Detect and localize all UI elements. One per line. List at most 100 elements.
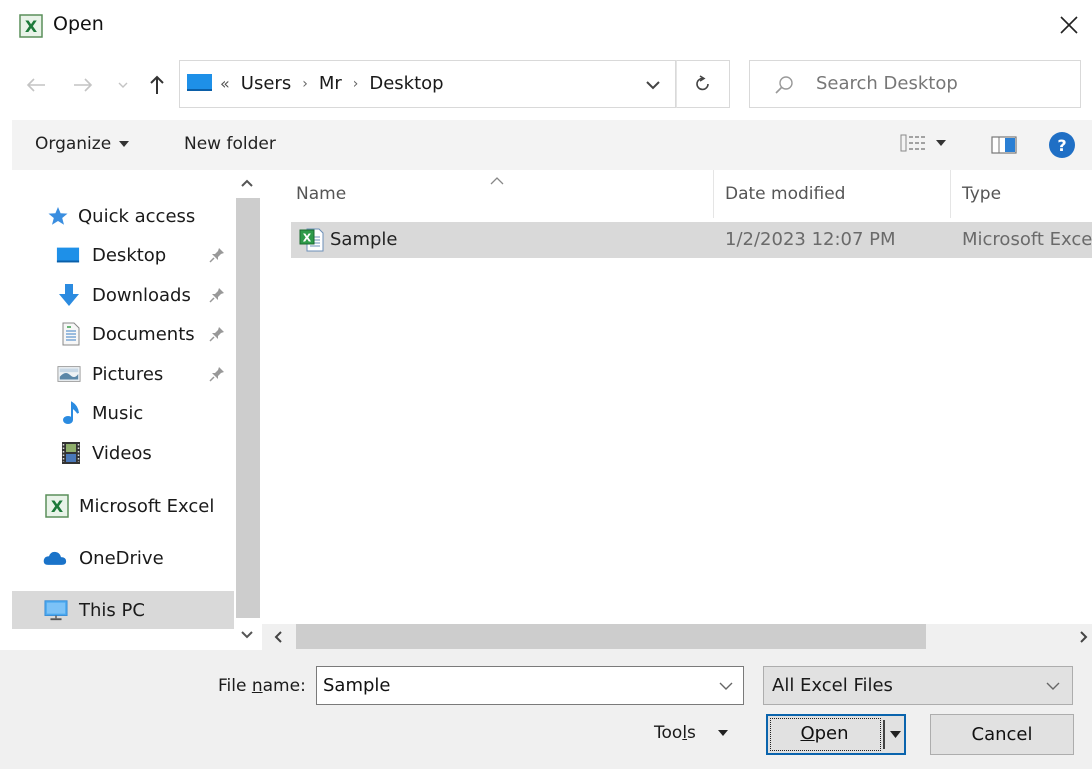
svg-text:X: X	[25, 17, 38, 36]
close-button[interactable]	[1046, 4, 1092, 46]
label-part: pen	[814, 723, 849, 744]
pin-icon	[209, 326, 225, 347]
desktop-icon	[187, 74, 212, 91]
scroll-down-button[interactable]	[234, 622, 260, 648]
cloud-icon	[43, 547, 67, 569]
breadcrumb-item-users[interactable]: Users	[241, 73, 291, 94]
split-divider	[883, 720, 885, 749]
sidebar-scrollbar-thumb[interactable]	[236, 198, 260, 618]
refresh-button[interactable]	[676, 60, 730, 108]
open-button[interactable]: Open	[766, 714, 906, 755]
file-name-cell: Sample	[330, 229, 398, 250]
sidebar-item-documents[interactable]: Documents	[12, 315, 234, 353]
file-row[interactable]: X Sample 1/2/2023 12:07 PM Microsoft Exc…	[291, 222, 1092, 258]
pictures-icon	[57, 363, 81, 385]
chevron-down-icon	[241, 631, 253, 639]
column-divider[interactable]	[713, 170, 714, 218]
up-button[interactable]	[144, 70, 170, 100]
file-type-dropdown-button[interactable]	[1044, 678, 1062, 694]
file-type-cell: Microsoft Excel	[962, 229, 1092, 250]
film-icon	[59, 442, 83, 464]
forward-button[interactable]	[70, 70, 96, 100]
file-name-dropdown-button[interactable]	[717, 678, 735, 694]
star-icon	[46, 205, 70, 227]
caret-down-icon	[119, 141, 130, 147]
file-name-input[interactable]	[323, 675, 703, 696]
sidebar-scrollbar[interactable]	[234, 170, 260, 650]
file-list-horizontal-scrollbar[interactable]	[262, 624, 1092, 650]
breadcrumb-item-desktop[interactable]: Desktop	[369, 73, 443, 94]
sidebar-item-desktop[interactable]: Desktop	[12, 236, 234, 274]
preview-pane-button[interactable]	[991, 136, 1017, 158]
file-name-combobox[interactable]	[316, 666, 744, 705]
organize-button[interactable]: Organize	[35, 134, 130, 154]
file-type-select[interactable]: All Excel Files	[763, 666, 1073, 705]
sidebar-item-label: OneDrive	[79, 547, 164, 569]
scroll-left-button[interactable]	[268, 627, 288, 647]
refresh-icon	[696, 75, 709, 91]
sidebar-item-label: Pictures	[92, 363, 164, 385]
sidebar-item-microsoft-excel[interactable]: X Microsoft Excel	[12, 487, 234, 525]
title-bar: X Open	[0, 0, 1092, 52]
sidebar-item-downloads[interactable]: Downloads	[12, 276, 234, 314]
label-part: File	[218, 676, 252, 696]
music-note-icon	[59, 401, 83, 424]
open-options-dropdown[interactable]	[887, 720, 904, 749]
navigation-bar: « Users › Mr › Desktop	[0, 60, 1092, 110]
help-button[interactable]: ?	[1049, 132, 1075, 158]
monitor-icon	[44, 599, 68, 621]
column-divider[interactable]	[950, 170, 951, 218]
horizontal-scrollbar-thumb[interactable]	[296, 624, 926, 649]
scroll-up-button[interactable]	[234, 170, 260, 196]
search-icon	[775, 76, 793, 94]
breadcrumb-separator[interactable]: ›	[353, 76, 359, 92]
label-part: s	[687, 723, 696, 743]
caret-down-icon	[936, 140, 946, 146]
tools-label: Tools	[654, 723, 696, 743]
column-header-type[interactable]: Type	[962, 170, 1001, 218]
close-icon	[1060, 16, 1078, 34]
sidebar-item-this-pc[interactable]: This PC	[12, 591, 234, 629]
organize-label: Organize	[35, 134, 112, 154]
file-list: Name Date modified Type X Sample 1/2/202…	[262, 170, 1092, 624]
sidebar-item-videos[interactable]: Videos	[12, 434, 234, 472]
arrow-right-icon	[74, 78, 93, 92]
excel-app-icon: X	[19, 14, 43, 38]
new-folder-button[interactable]: New folder	[184, 134, 276, 154]
command-bar: Organize New folder ?	[12, 120, 1092, 170]
address-dropdown-button[interactable]	[643, 76, 663, 94]
sidebar-item-music[interactable]: Music	[12, 394, 234, 432]
back-button[interactable]	[23, 70, 49, 100]
recent-locations-button[interactable]	[110, 70, 136, 100]
breadcrumb-separator[interactable]: ›	[302, 76, 308, 92]
sidebar-item-label: Documents	[92, 323, 195, 345]
sidebar-item-label: Desktop	[92, 244, 167, 266]
tools-button[interactable]: Tools	[654, 723, 728, 743]
sidebar-item-label: Music	[92, 402, 144, 424]
navigation-pane: Quick access Desktop Downloads Documents…	[12, 170, 260, 650]
accelerator-key: O	[800, 723, 815, 744]
caret-down-icon	[717, 730, 728, 736]
chevron-left-icon	[274, 631, 282, 643]
sidebar-item-onedrive[interactable]: OneDrive	[12, 539, 234, 577]
pin-icon	[209, 287, 225, 308]
search-box[interactable]	[749, 60, 1081, 108]
scroll-right-button[interactable]	[1076, 627, 1092, 647]
sidebar-item-pictures[interactable]: Pictures	[12, 355, 234, 393]
column-header-name[interactable]: Name	[296, 170, 346, 218]
chevron-down-icon	[646, 80, 660, 89]
search-input[interactable]	[816, 73, 1066, 94]
open-file-dialog: X Open « Users › Mr › Desktop Search Des…	[0, 0, 1092, 769]
breadcrumb-item-mr[interactable]: Mr	[319, 73, 342, 94]
sidebar-item-quick-access[interactable]: Quick access	[12, 197, 234, 235]
breadcrumb-overflow[interactable]: «	[220, 74, 230, 93]
column-header-date-modified[interactable]: Date modified	[725, 170, 845, 218]
change-view-button[interactable]	[900, 134, 946, 152]
sidebar-item-label: Downloads	[92, 284, 191, 306]
label-part: Too	[654, 723, 683, 743]
accelerator-key: n	[251, 676, 263, 696]
cancel-button[interactable]: Cancel	[930, 714, 1074, 755]
address-bar[interactable]: « Users › Mr › Desktop	[179, 60, 676, 108]
svg-text:X: X	[303, 232, 312, 245]
preview-pane-icon	[991, 136, 1017, 154]
